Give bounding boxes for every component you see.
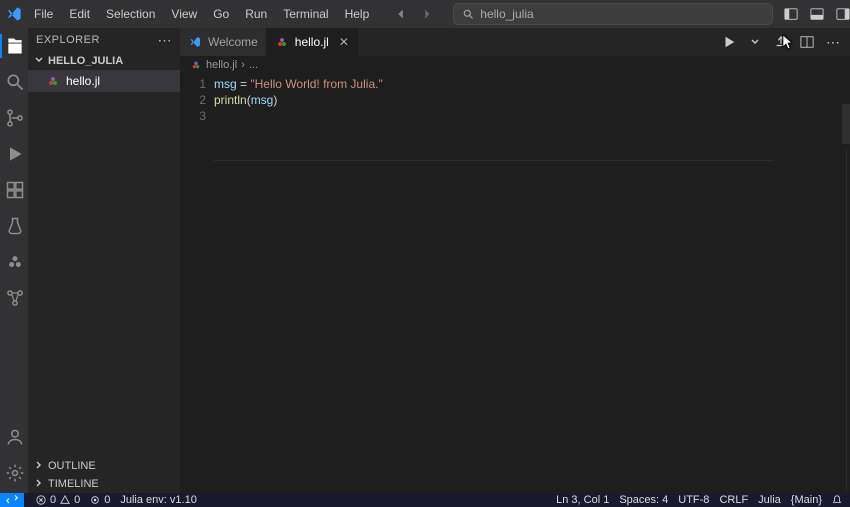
activity-manage-icon[interactable] xyxy=(1,459,29,487)
tab-close-icon[interactable]: ✕ xyxy=(339,35,349,49)
editor-tabs: Welcome hello.jl ✕ ⋯ xyxy=(180,28,850,56)
explorer-file-hello-jl[interactable]: hello.jl xyxy=(28,70,180,92)
activity-julia-workspace-icon[interactable] xyxy=(1,248,29,276)
sidebar-outline-label: OUTLINE xyxy=(48,460,96,472)
activity-extensions-icon[interactable] xyxy=(1,176,29,204)
status-julia-env-label: Julia env: v1.10 xyxy=(120,494,196,506)
editor-area: Welcome hello.jl ✕ ⋯ hello.jl › ... 123 xyxy=(180,28,850,493)
command-center-search[interactable]: hello_julia xyxy=(453,3,773,25)
breadcrumb[interactable]: hello.jl › ... xyxy=(180,56,850,74)
nav-back-button[interactable] xyxy=(391,4,411,24)
layout-sidebar-right-icon[interactable] xyxy=(833,4,850,24)
status-encoding[interactable]: UTF-8 xyxy=(678,494,709,506)
status-eol[interactable]: CRLF xyxy=(719,494,748,506)
explorer-title: EXPLORER xyxy=(36,34,100,46)
status-bar: 0 0 0 Julia env: v1.10 Ln 3, Col 1 Space… xyxy=(0,493,850,507)
titlebar: File Edit Selection View Go Run Terminal… xyxy=(0,0,850,28)
activity-source-control-icon[interactable] xyxy=(1,104,29,132)
line-number: 1 xyxy=(180,76,206,92)
menu-help[interactable]: Help xyxy=(339,5,376,23)
activity-run-debug-icon[interactable] xyxy=(1,140,29,168)
nav-forward-button[interactable] xyxy=(417,4,437,24)
status-indentation[interactable]: Spaces: 4 xyxy=(619,494,668,506)
status-errors-count: 0 xyxy=(50,494,56,506)
tab-hello-jl[interactable]: hello.jl ✕ xyxy=(267,28,358,56)
search-icon xyxy=(462,8,474,20)
chevron-down-icon xyxy=(34,55,44,68)
menu-edit[interactable]: Edit xyxy=(63,5,96,23)
error-icon xyxy=(36,495,46,505)
run-dropdown-icon[interactable] xyxy=(746,33,764,51)
menu-terminal[interactable]: Terminal xyxy=(277,5,334,23)
explorer-file-label: hello.jl xyxy=(66,74,100,88)
activity-bar xyxy=(0,28,28,493)
activity-accounts-icon[interactable] xyxy=(1,423,29,451)
menu-go[interactable]: Go xyxy=(207,5,235,23)
editor-more-icon[interactable]: ⋯ xyxy=(824,33,842,51)
scrollbar[interactable] xyxy=(846,148,847,491)
ports-icon xyxy=(90,495,100,505)
code-line[interactable]: msg = "Hello World! from Julia." xyxy=(214,76,850,92)
code-ruler xyxy=(214,160,774,161)
sidebar-timeline[interactable]: TIMELINE xyxy=(28,475,180,493)
code-lines[interactable]: msg = "Hello World! from Julia."println(… xyxy=(214,76,850,493)
status-problems[interactable]: 0 0 xyxy=(36,494,80,506)
minimap[interactable] xyxy=(842,104,850,144)
search-placeholder: hello_julia xyxy=(480,7,533,21)
status-cursor-position[interactable]: Ln 3, Col 1 xyxy=(556,494,609,506)
layout-panel-icon[interactable] xyxy=(807,4,827,24)
tab-welcome-label: Welcome xyxy=(208,35,258,49)
editor-actions: ⋯ xyxy=(720,28,850,56)
line-number: 2 xyxy=(180,92,206,108)
remote-indicator[interactable] xyxy=(0,493,24,507)
julia-file-icon xyxy=(275,35,289,49)
explorer-sidebar: EXPLORER ⋯ HELLO_JULIA hello.jl OUTLINE … xyxy=(28,28,180,493)
breadcrumb-separator: › xyxy=(241,59,245,71)
breadcrumb-file: hello.jl xyxy=(206,59,237,71)
tab-hello-jl-label: hello.jl xyxy=(295,35,329,49)
layout-sidebar-left-icon[interactable] xyxy=(781,4,801,24)
status-ports[interactable]: 0 xyxy=(90,494,110,506)
status-notifications-icon[interactable] xyxy=(832,495,842,505)
activity-search-icon[interactable] xyxy=(1,68,29,96)
explorer-header: EXPLORER ⋯ xyxy=(28,28,180,52)
vscode-logo-icon xyxy=(6,6,22,22)
status-warnings-count: 0 xyxy=(74,494,80,506)
status-julia-env[interactable]: Julia env: v1.10 xyxy=(120,494,196,506)
julia-file-icon xyxy=(190,59,202,71)
launch-icon[interactable] xyxy=(772,33,790,51)
code-editor[interactable]: 123 msg = "Hello World! from Julia."prin… xyxy=(180,74,850,493)
tab-welcome[interactable]: Welcome xyxy=(180,28,267,56)
julia-file-icon xyxy=(46,74,60,88)
code-line[interactable] xyxy=(214,108,850,124)
status-julia-module[interactable]: {Main} xyxy=(791,494,822,506)
activity-remote-explorer-icon[interactable] xyxy=(1,284,29,312)
run-file-button[interactable] xyxy=(720,33,738,51)
vscode-icon xyxy=(188,35,202,49)
workbench: EXPLORER ⋯ HELLO_JULIA hello.jl OUTLINE … xyxy=(0,28,850,493)
activity-explorer-icon[interactable] xyxy=(1,32,29,60)
breadcrumb-more: ... xyxy=(249,59,258,71)
code-line[interactable]: println(msg) xyxy=(214,92,850,108)
menu-file[interactable]: File xyxy=(28,5,59,23)
sidebar-timeline-label: TIMELINE xyxy=(48,478,99,490)
chevron-right-icon xyxy=(34,478,44,491)
menu-selection[interactable]: Selection xyxy=(100,5,161,23)
chevron-right-icon xyxy=(34,460,44,473)
activity-testing-icon[interactable] xyxy=(1,212,29,240)
warning-icon xyxy=(60,495,70,505)
menu-run[interactable]: Run xyxy=(239,5,273,23)
status-language-mode[interactable]: Julia xyxy=(758,494,781,506)
explorer-root-folder[interactable]: HELLO_JULIA xyxy=(28,52,180,70)
split-editor-icon[interactable] xyxy=(798,33,816,51)
line-number-gutter: 123 xyxy=(180,76,214,493)
line-number: 3 xyxy=(180,108,206,124)
menu-view[interactable]: View xyxy=(165,5,203,23)
sidebar-outline[interactable]: OUTLINE xyxy=(28,457,180,475)
explorer-more-icon[interactable]: ⋯ xyxy=(158,32,173,49)
status-ports-count: 0 xyxy=(104,494,110,506)
explorer-root-folder-label: HELLO_JULIA xyxy=(48,55,123,67)
